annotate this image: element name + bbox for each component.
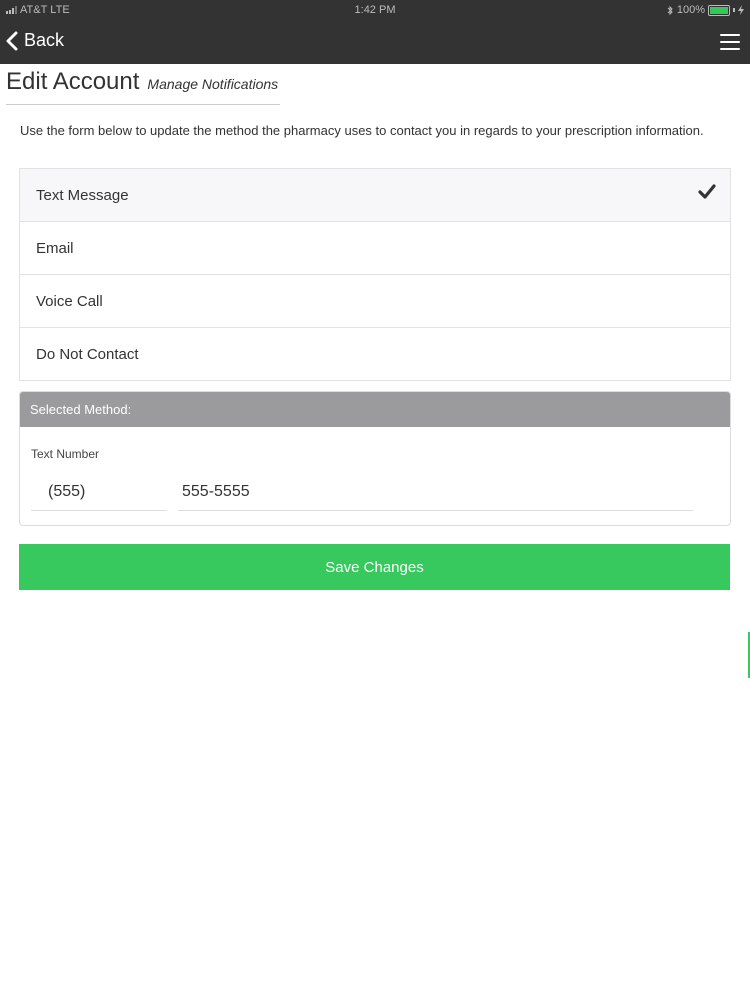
area-code-input[interactable] bbox=[31, 473, 167, 511]
nav-bar: Back bbox=[0, 22, 750, 64]
method-label: Voice Call bbox=[36, 292, 103, 310]
method-voice-call[interactable]: Voice Call bbox=[20, 275, 730, 328]
chevron-left-icon bbox=[6, 31, 18, 50]
back-button[interactable]: Back bbox=[6, 30, 64, 51]
hamburger-menu-icon[interactable] bbox=[720, 34, 740, 50]
method-text-message[interactable]: Text Message bbox=[20, 169, 730, 222]
bluetooth-icon bbox=[667, 5, 673, 15]
method-label: Email bbox=[36, 239, 74, 257]
method-do-not-contact[interactable]: Do Not Contact bbox=[20, 328, 730, 380]
status-time: 1:42 PM bbox=[354, 4, 396, 16]
method-label: Do Not Contact bbox=[36, 345, 139, 363]
status-bar: AT&T LTE 1:42 PM 100% bbox=[0, 0, 750, 22]
selected-method-header: Selected Method: bbox=[20, 392, 730, 427]
page-title: Edit Account Manage Notifications bbox=[6, 68, 278, 96]
title-divider bbox=[6, 104, 280, 105]
battery-icon bbox=[708, 4, 730, 16]
back-label: Back bbox=[24, 30, 65, 50]
save-changes-button[interactable]: Save Changes bbox=[19, 544, 730, 590]
phone-number-input[interactable] bbox=[178, 473, 693, 511]
battery-fill bbox=[710, 6, 728, 14]
intro-text: Use the form below to update the method … bbox=[20, 123, 704, 138]
text-number-label: Text Number bbox=[31, 447, 100, 461]
battery-tip bbox=[733, 8, 735, 12]
method-label: Text Message bbox=[36, 186, 129, 204]
checkmark-icon bbox=[698, 184, 716, 199]
page-subtitle: Manage Notifications bbox=[147, 76, 279, 92]
contact-method-list: Text Message Email Voice Call Do Not Con… bbox=[19, 168, 731, 381]
charging-icon bbox=[738, 5, 744, 15]
status-bar-right: 100% bbox=[667, 4, 744, 16]
battery-percent: 100% bbox=[676, 4, 705, 16]
page-title-text: Edit Account bbox=[6, 68, 140, 95]
method-email[interactable]: Email bbox=[20, 222, 730, 275]
